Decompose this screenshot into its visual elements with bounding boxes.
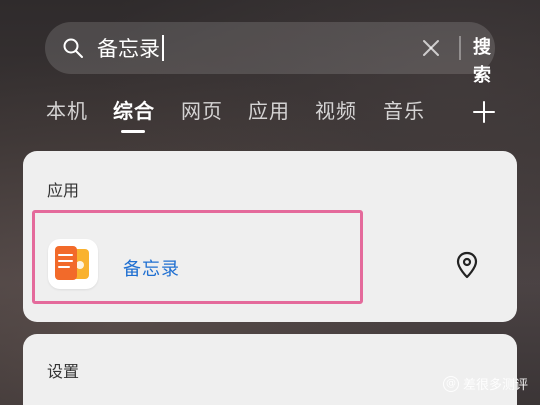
settings-results-card: 设置	[23, 334, 517, 405]
active-tab-indicator	[121, 130, 145, 133]
category-tabs: 本机 综合 网页 应用 视频 音乐	[0, 96, 540, 136]
search-icon	[63, 38, 83, 58]
tab-video[interactable]: 视频	[315, 96, 357, 126]
tab-web[interactable]: 网页	[181, 96, 223, 126]
tab-all[interactable]: 综合	[113, 96, 155, 126]
text-caret	[162, 35, 164, 61]
search-query-text: 备忘录	[97, 37, 160, 61]
search-bar[interactable]: 备忘录 搜索	[45, 22, 495, 86]
settings-section-title: 设置	[47, 362, 80, 381]
notes-app-icon[interactable]	[48, 239, 98, 289]
search-divider	[459, 36, 461, 60]
tab-music[interactable]: 音乐	[383, 96, 425, 126]
tab-local[interactable]: 本机	[46, 96, 88, 126]
watermark: @ 差很多测评	[442, 374, 528, 393]
watermark-text: 差很多测评	[462, 378, 528, 393]
clear-icon[interactable]	[419, 36, 443, 60]
apps-results-card: 应用 备忘录	[23, 151, 517, 322]
add-tab-icon[interactable]	[472, 100, 496, 124]
app-result-name[interactable]: 备忘录	[123, 255, 180, 281]
watermark-logo-icon: @	[442, 375, 459, 392]
search-input[interactable]: 备忘录	[97, 34, 164, 62]
apps-section-title: 应用	[47, 181, 80, 200]
location-pin-icon[interactable]	[453, 250, 481, 280]
tab-apps[interactable]: 应用	[248, 96, 290, 126]
search-button[interactable]: 搜索	[473, 34, 495, 86]
